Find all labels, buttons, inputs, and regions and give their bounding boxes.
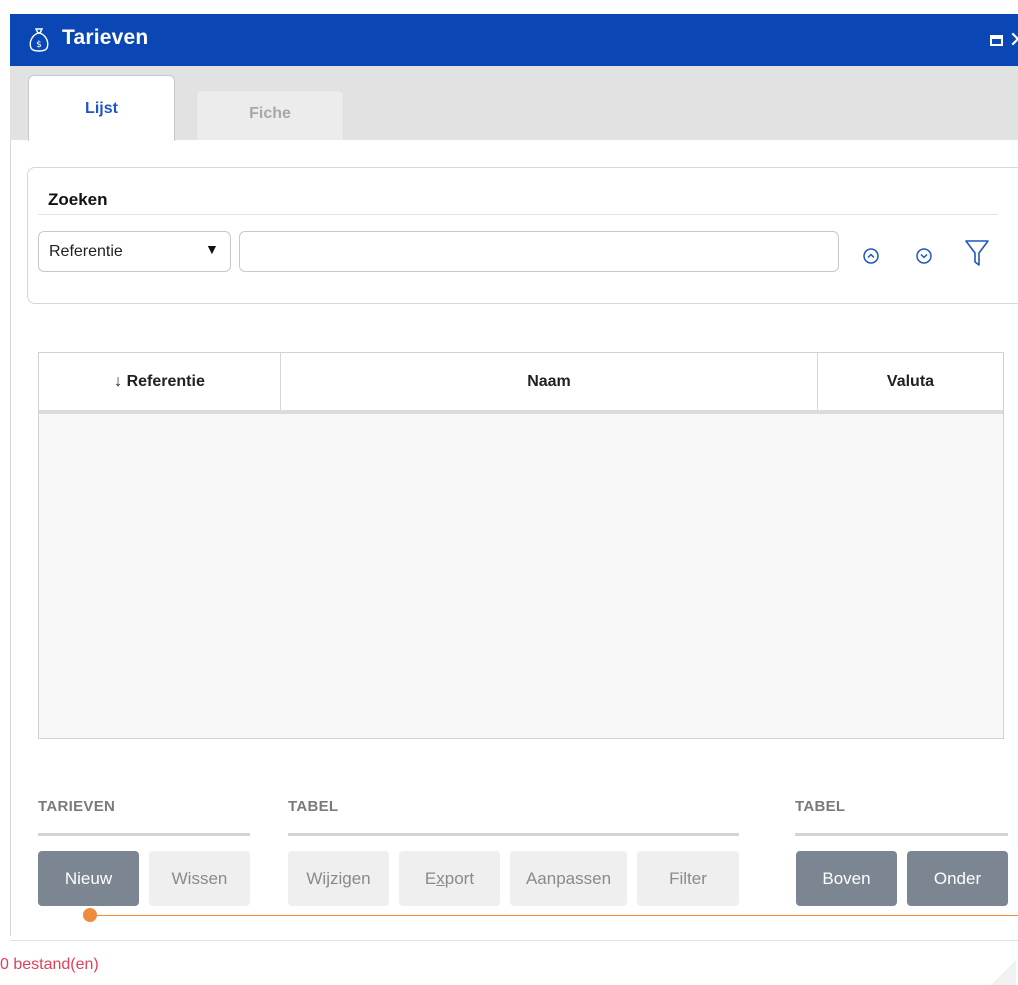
- column-header-valuta[interactable]: Valuta: [818, 353, 1003, 410]
- aanpassen-button[interactable]: Aanpassen: [510, 851, 627, 906]
- resize-grip-icon[interactable]: [990, 960, 1016, 985]
- filter-text-button[interactable]: Filter: [637, 851, 739, 906]
- maximize-icon: [989, 34, 1003, 46]
- search-previous-button[interactable]: [861, 246, 881, 266]
- column-header-naam[interactable]: Naam: [281, 353, 818, 410]
- group-divider-tarieven: [38, 833, 250, 836]
- close-button[interactable]: ✕: [1008, 28, 1018, 52]
- group-label-tabel-nav: TABEL: [795, 798, 846, 815]
- export-button[interactable]: Ex port: [399, 851, 500, 906]
- window-titlebar: $ Tarieven ✕: [10, 14, 1018, 66]
- window-title: Tarieven: [62, 26, 149, 49]
- filter-button[interactable]: [964, 238, 990, 268]
- export-label-rest: port: [444, 868, 475, 888]
- funnel-icon: [965, 240, 989, 266]
- search-panel: Zoeken Referentie ▼: [27, 167, 1018, 304]
- export-label-accesskey: x: [436, 868, 445, 888]
- maximize-button[interactable]: [985, 28, 1007, 52]
- tab-lijst-label: Lijst: [85, 100, 118, 117]
- dropdown-arrow-icon: ▼: [205, 241, 219, 257]
- tab-strip: Lijst Fiche: [10, 66, 1018, 141]
- search-field-select[interactable]: Referentie ▼: [38, 231, 231, 272]
- tab-lijst[interactable]: Lijst: [28, 75, 175, 141]
- chevron-up-circle-icon: [863, 248, 879, 264]
- tarieven-table: ↓ Referentie Naam Valuta: [38, 352, 1004, 739]
- tab-fiche[interactable]: Fiche: [196, 90, 344, 140]
- export-label-e: E: [424, 868, 437, 888]
- boven-button[interactable]: Boven: [796, 851, 897, 906]
- tab-fiche-label: Fiche: [249, 105, 291, 122]
- search-next-button[interactable]: [914, 246, 934, 266]
- wissen-button[interactable]: Wissen: [149, 851, 250, 906]
- nieuw-button[interactable]: Nieuw: [38, 851, 139, 906]
- group-label-tabel: TABEL: [288, 798, 339, 815]
- search-title: Zoeken: [48, 190, 108, 209]
- group-label-tarieven: TARIEVEN: [38, 798, 116, 815]
- onder-button[interactable]: Onder: [907, 851, 1008, 906]
- search-field-value: Referentie: [49, 243, 123, 260]
- search-input[interactable]: [239, 231, 839, 272]
- slider-handle[interactable]: [83, 908, 97, 922]
- footer-divider: [10, 940, 1018, 941]
- wijzigen-button[interactable]: Wijzigen: [288, 851, 389, 906]
- group-divider-tabel-nav: [795, 833, 1008, 836]
- column-header-referentie[interactable]: ↓ Referentie: [39, 353, 281, 410]
- chevron-down-circle-icon: [916, 248, 932, 264]
- table-header: ↓ Referentie Naam Valuta: [39, 353, 1003, 414]
- svg-text:$: $: [36, 40, 42, 50]
- close-icon: ✕: [1009, 28, 1018, 52]
- record-count-status: 0 bestand(en): [0, 956, 99, 973]
- slider-track[interactable]: [90, 915, 1018, 916]
- money-bag-icon: $: [29, 28, 49, 52]
- group-divider-tabel: [288, 833, 739, 836]
- content-border: [10, 140, 11, 936]
- search-divider: [38, 214, 998, 215]
